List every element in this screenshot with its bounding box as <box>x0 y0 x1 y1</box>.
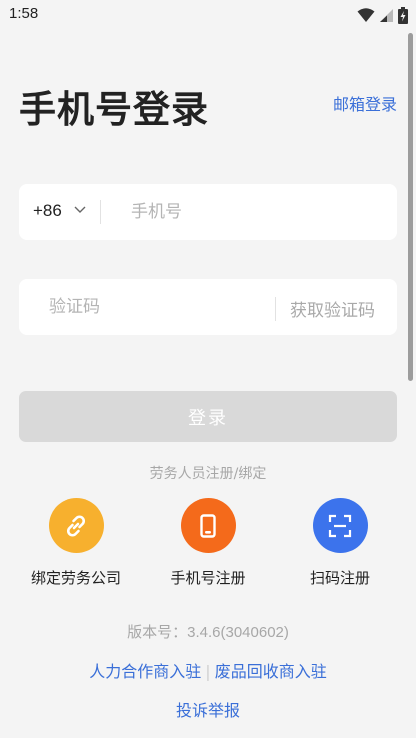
version-label: 版本号： <box>127 623 188 641</box>
phone-register-label: 手机号注册 <box>170 569 246 587</box>
country-code-selector[interactable]: +86 <box>33 201 62 221</box>
login-button[interactable]: 登录 <box>19 391 397 442</box>
scan-register-label: 扫码注册 <box>309 569 370 587</box>
code-divider <box>275 297 276 321</box>
phone-icon[interactable] <box>180 498 236 553</box>
register-section-label: 劳务人员注册/绑定 <box>149 466 267 482</box>
partner-links: 人力合作商入驻 | 废品回收商入驻 <box>0 658 416 682</box>
link-separator: | <box>205 662 211 681</box>
battery-icon <box>398 6 408 24</box>
phone-field: +86 <box>19 184 397 240</box>
status-time: 1:58 <box>9 5 39 22</box>
verification-code-field: 获取验证码 <box>19 279 397 335</box>
scan-register-option[interactable]: 扫码注册 <box>275 498 405 588</box>
recycling-join-link[interactable]: 废品回收商入驻 <box>215 662 327 681</box>
status-icons <box>357 6 408 24</box>
complaint-link[interactable]: 投诉举报 <box>0 697 416 721</box>
phone-register-option[interactable]: 手机号注册 <box>143 498 273 588</box>
phone-divider <box>100 200 101 224</box>
bind-company-option[interactable]: 绑定劳务公司 <box>11 498 141 588</box>
email-login-link[interactable]: 邮箱登录 <box>333 91 397 115</box>
link-icon[interactable] <box>48 498 104 553</box>
verification-code-input[interactable] <box>49 289 249 325</box>
version-text: 版本号：3.4.6(3040602) <box>0 621 416 642</box>
chevron-down-icon[interactable] <box>73 202 87 216</box>
status-bar: 1:58 <box>0 0 416 30</box>
phone-input[interactable] <box>131 194 381 230</box>
cell-signal-icon <box>380 9 393 22</box>
bind-company-label: 绑定劳务公司 <box>30 569 121 587</box>
page-title: 手机号登录 <box>19 88 209 131</box>
scan-icon[interactable] <box>312 498 368 553</box>
get-code-button[interactable]: 获取验证码 <box>290 296 375 321</box>
scrollbar[interactable] <box>408 33 413 381</box>
version-number: 3.4.6(3040602) <box>187 624 289 641</box>
partner-join-link[interactable]: 人力合作商入驻 <box>89 662 201 681</box>
wifi-icon <box>357 8 375 22</box>
